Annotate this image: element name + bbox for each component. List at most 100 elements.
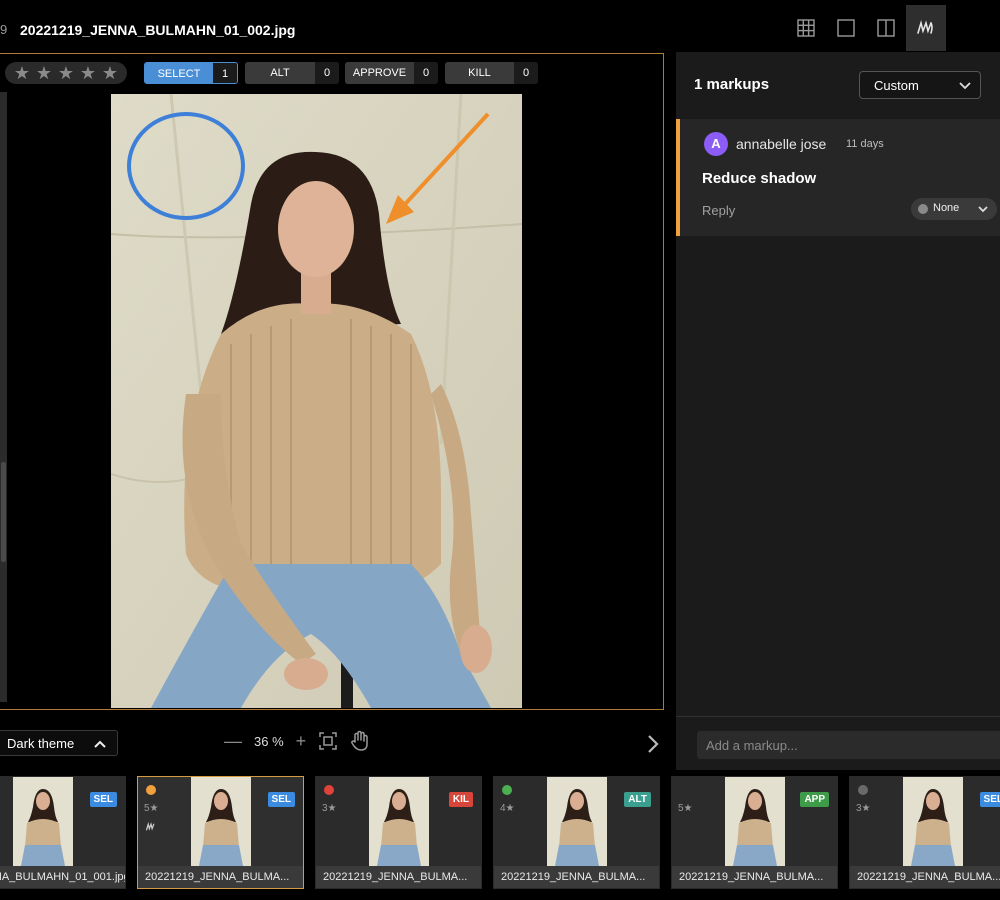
thumbnail-image bbox=[725, 777, 785, 866]
star-icon[interactable]: ★ bbox=[36, 64, 52, 82]
image-viewer: ★ ★ ★ ★ ★ SELECT 1 ALT 0 APPROVE 0 KILL … bbox=[0, 52, 676, 772]
chevron-down-icon bbox=[959, 82, 971, 90]
markups-count-title: 1 markups bbox=[694, 76, 770, 93]
zoom-value: 36 bbox=[254, 733, 269, 749]
star-icon[interactable]: ★ bbox=[80, 64, 96, 82]
card-filename: 20221219_JENNA_BULMA... bbox=[494, 866, 659, 888]
compare-view-button[interactable] bbox=[866, 5, 906, 51]
zoom-in-button[interactable]: + bbox=[296, 731, 307, 752]
avatar: A bbox=[704, 132, 728, 156]
markup-filter-value: Custom bbox=[874, 78, 919, 93]
grid-view-icon bbox=[797, 19, 815, 37]
top-bar: 9 20221219_JENNA_BULMAHN_01_002.jpg bbox=[0, 0, 1000, 52]
kill-label: KILL bbox=[445, 62, 514, 84]
annotation-circle[interactable] bbox=[127, 112, 245, 220]
next-image-arrow-icon[interactable] bbox=[646, 734, 660, 754]
alt-label-button[interactable]: ALT 0 bbox=[245, 62, 339, 84]
chevron-up-icon bbox=[94, 740, 106, 748]
markups-panel-header: 1 markups Custom bbox=[676, 52, 1000, 118]
reply-button[interactable]: Reply bbox=[702, 203, 735, 218]
thumbnail-image bbox=[191, 777, 251, 866]
color-label-dot-icon bbox=[324, 785, 334, 795]
thumbnail-image bbox=[369, 777, 429, 866]
kill-label-button[interactable]: KILL 0 bbox=[445, 62, 538, 84]
select-label-button[interactable]: SELECT 1 bbox=[144, 62, 238, 84]
card-rating: 4★ bbox=[500, 803, 515, 814]
label-badge: SEL bbox=[979, 792, 1000, 807]
card-filename: 20221219_JENNA_BULMA... bbox=[316, 866, 481, 888]
comment-status-value: None bbox=[933, 202, 960, 214]
thumbnail-image bbox=[547, 777, 607, 866]
label-badge: SEL bbox=[89, 792, 117, 807]
annotation-arrow[interactable] bbox=[386, 112, 490, 224]
theme-label: Dark theme bbox=[7, 735, 75, 751]
card-rating: 5★ bbox=[678, 803, 693, 814]
select-label: SELECT bbox=[145, 63, 213, 83]
markup-annotations bbox=[127, 112, 490, 224]
image-filename: 20221219_JENNA_BULMAHN_01_002.jpg bbox=[20, 22, 296, 38]
view-mode-switcher bbox=[786, 5, 946, 51]
label-badge: APP bbox=[800, 792, 829, 807]
comment-text: Reduce shadow bbox=[702, 170, 817, 187]
card-filename: 20221219_JENNA_BULMA... bbox=[672, 866, 837, 888]
markup-input-bar bbox=[676, 716, 1000, 770]
thumbnail-image bbox=[13, 777, 73, 866]
color-label-dot-icon bbox=[858, 785, 868, 795]
card-rating: 3★ bbox=[856, 803, 871, 814]
zoom-unit: % bbox=[272, 733, 284, 749]
markups-panel: 1 markups Custom A annabelle jose 11 day… bbox=[676, 52, 1000, 770]
star-icon[interactable]: ★ bbox=[102, 64, 118, 82]
filmstrip-card[interactable]: 4★ ALT 20221219_JENNA_BULMA... bbox=[493, 776, 660, 889]
card-filename: 20221219_JENNA_BULMA... bbox=[850, 866, 1000, 888]
markup-filter-dropdown[interactable]: Custom bbox=[859, 71, 981, 99]
label-badge: ALT bbox=[624, 792, 651, 807]
color-label-dot-icon bbox=[502, 785, 512, 795]
label-badge: KIL bbox=[448, 792, 473, 807]
color-label-dot-icon bbox=[146, 785, 156, 795]
fit-screen-icon[interactable] bbox=[318, 731, 338, 751]
single-view-button[interactable] bbox=[826, 5, 866, 51]
theme-toggle-button[interactable]: Dark theme bbox=[0, 730, 118, 756]
single-view-icon bbox=[837, 19, 855, 37]
thumbnail-image bbox=[903, 777, 963, 866]
status-dot-icon bbox=[918, 204, 928, 214]
comment-status-dropdown[interactable]: None bbox=[911, 198, 997, 220]
left-scrollbar[interactable] bbox=[0, 92, 7, 702]
alt-count: 0 bbox=[315, 62, 339, 84]
hand-pan-icon[interactable] bbox=[350, 730, 370, 752]
grid-view-button[interactable] bbox=[786, 5, 826, 51]
card-rating: 5★ bbox=[144, 803, 159, 814]
approve-count: 0 bbox=[414, 62, 438, 84]
markup-mode-button[interactable] bbox=[906, 5, 946, 51]
zoom-out-button[interactable]: — bbox=[224, 731, 242, 752]
filmstrip-card[interactable]: 3★ SEL 20221219_JENNA_BULMA... bbox=[849, 776, 1000, 889]
zoom-controls: — 36 % + bbox=[224, 730, 370, 752]
image-index: 9 bbox=[0, 22, 8, 37]
chevron-down-icon bbox=[978, 206, 988, 213]
filmstrip-card[interactable]: 3★ KIL 20221219_JENNA_BULMA... bbox=[315, 776, 482, 889]
select-count: 1 bbox=[213, 63, 237, 83]
star-rating[interactable]: ★ ★ ★ ★ ★ bbox=[5, 62, 127, 84]
card-filename: _JENNA_BULMAHN_01_001.jpg bbox=[0, 866, 125, 888]
comment-author: annabelle jose bbox=[736, 136, 827, 152]
card-filename: 20221219_JENNA_BULMA... bbox=[138, 866, 303, 888]
markup-comment[interactable]: A annabelle jose 11 days Reduce shadow R… bbox=[676, 119, 1000, 236]
approve-label-button[interactable]: APPROVE 0 bbox=[345, 62, 438, 84]
add-markup-input[interactable] bbox=[697, 731, 1000, 759]
compare-view-icon bbox=[877, 19, 895, 37]
filmstrip-card[interactable]: SEL _JENNA_BULMAHN_01_001.jpg bbox=[0, 776, 126, 889]
comment-timestamp: 11 days bbox=[846, 138, 884, 150]
markup-indicator-icon bbox=[145, 822, 155, 831]
filmstrip: SEL _JENNA_BULMAHN_01_001.jpg 5★ SEL 2022121… bbox=[0, 770, 1000, 900]
main-photo[interactable] bbox=[111, 94, 522, 708]
approve-label: APPROVE bbox=[345, 62, 414, 84]
label-badge: SEL bbox=[267, 792, 295, 807]
filmstrip-card[interactable]: 5★ SEL 20221219_JENNA_BULMA... bbox=[137, 776, 304, 889]
star-icon[interactable]: ★ bbox=[14, 64, 30, 82]
zoom-bar: Dark theme — 36 % + bbox=[0, 718, 676, 768]
kill-count: 0 bbox=[514, 62, 538, 84]
markup-mode-icon bbox=[917, 19, 933, 34]
alt-label: ALT bbox=[245, 62, 315, 84]
star-icon[interactable]: ★ bbox=[58, 64, 74, 82]
filmstrip-card[interactable]: 5★ APP 20221219_JENNA_BULMA... bbox=[671, 776, 838, 889]
